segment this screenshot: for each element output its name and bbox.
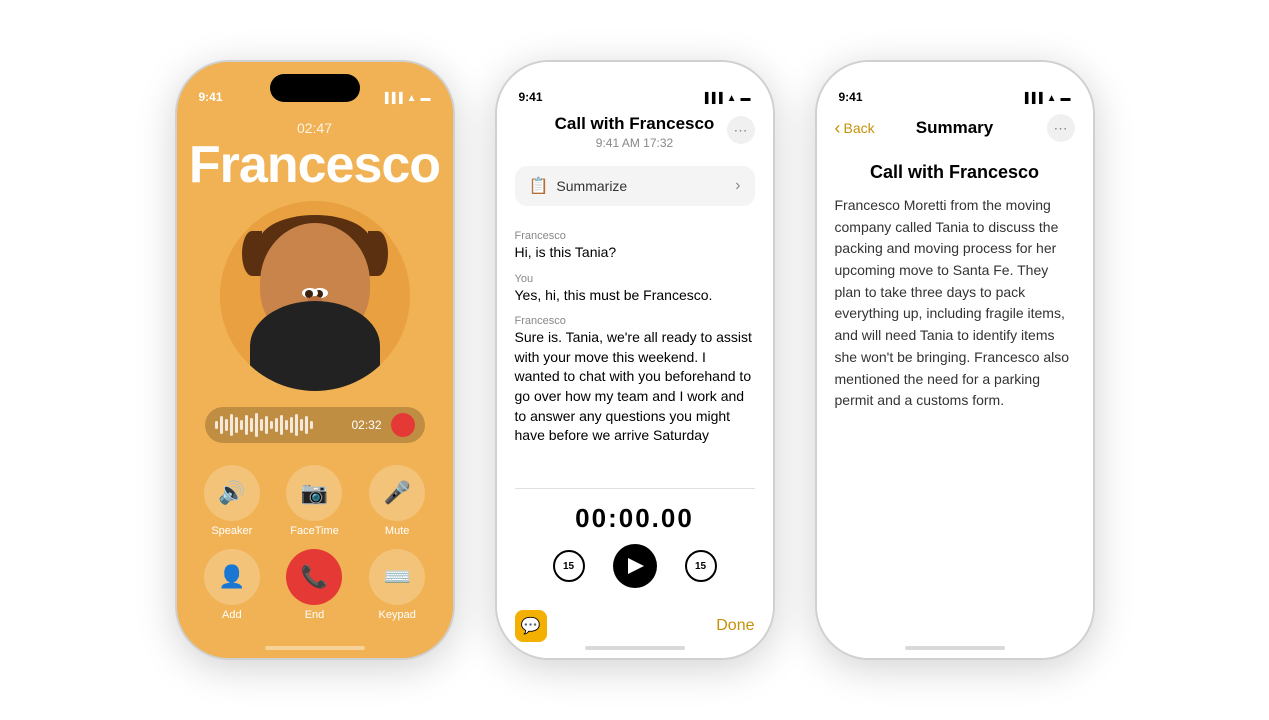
memoji-hair-right (368, 231, 388, 276)
transcript-entry-0: Francesco Hi, is this Tania? (515, 230, 755, 263)
phone3-screen: 9:41 ▐▐▐ ▲ ▬ ‹ Back Summary ⋯ Call with … (817, 62, 1093, 658)
skip-forward-label: 15 (695, 561, 706, 572)
done-button[interactable]: Done (716, 617, 754, 635)
camera-icon: 📷 (286, 465, 342, 521)
memoji-hair-left (242, 231, 262, 276)
battery-icon-3: ▬ (1061, 93, 1071, 104)
transcript-text-2: Sure is. Tania, we're all ready to assis… (515, 328, 755, 446)
call-timer: 02:47 (297, 120, 332, 136)
status-bar-3: 9:41 ▐▐▐ ▲ ▬ (817, 62, 1093, 112)
summarize-left: 📋 Summarize (529, 176, 628, 196)
transcript-text-1: Yes, hi, this must be Francesco. (515, 286, 755, 306)
summarize-label: Summarize (556, 178, 627, 194)
back-label: Back (844, 120, 875, 136)
signal-icon-3: ▐▐▐ (1021, 93, 1042, 104)
summarize-row[interactable]: 📋 Summarize › (515, 166, 755, 206)
battery-icon: ▬ (421, 93, 431, 104)
transcript-entry-1: You Yes, hi, this must be Francesco. (515, 273, 755, 306)
caller-name: Francesco (189, 138, 440, 193)
home-indicator-1 (265, 646, 365, 650)
keypad-icon: ⌨️ (369, 549, 425, 605)
speaker-icon: 🔊 (204, 465, 260, 521)
speaker-button[interactable]: 🔊 Speaker (197, 465, 268, 537)
wifi-icon-2: ▲ (727, 93, 737, 104)
play-icon (628, 558, 644, 574)
wifi-icon: ▲ (407, 93, 417, 104)
signal-icon-2: ▐▐▐ (701, 93, 722, 104)
notes-icon[interactable]: 💬 (515, 610, 547, 642)
back-button[interactable]: ‹ Back (835, 118, 875, 139)
more-options-button[interactable]: ⋯ (727, 116, 755, 144)
end-label: End (305, 609, 325, 621)
status-bar-2: 9:41 ▐▐▐ ▲ ▬ (497, 62, 773, 112)
status-icons-1: ▐▐▐ ▲ ▬ (381, 93, 430, 104)
end-icon: 📞 (286, 549, 342, 605)
speaker-label: Speaker (211, 525, 252, 537)
add-button[interactable]: 👤 Add (197, 549, 268, 621)
mute-label: Mute (385, 525, 409, 537)
record-button[interactable] (391, 413, 415, 437)
skip-back-button[interactable]: 15 (553, 550, 585, 582)
speaker-2: Francesco (515, 315, 755, 327)
phone2-subtitle: 9:41 AM 17:32 (515, 136, 755, 150)
summarize-icon: 📋 (529, 176, 549, 196)
keypad-label: Keypad (379, 609, 416, 621)
status-icons-3: ▐▐▐ ▲ ▬ (1021, 93, 1070, 104)
audio-timer: 00:00.00 (497, 489, 773, 544)
transcript-area: Francesco Hi, is this Tania? You Yes, hi… (497, 212, 773, 488)
chevron-right-icon: › (735, 177, 740, 195)
memoji-body (250, 301, 380, 391)
phone-active-call: 9:41 ▐▐▐ ▲ ▬ 02:47 Francesco (175, 60, 455, 660)
home-indicator-3 (905, 646, 1005, 650)
signal-icon: ▐▐▐ (381, 93, 402, 104)
status-time-3: 9:41 (839, 90, 863, 104)
phone-transcription: 9:41 ▐▐▐ ▲ ▬ Call with Francesco 9:41 AM… (495, 60, 775, 660)
mute-button[interactable]: 🎤 Mute (362, 465, 433, 537)
waveform-bar: 02:32 (205, 407, 425, 443)
phone2-title: Call with Francesco (515, 114, 755, 134)
transcript-entry-2: Francesco Sure is. Tania, we're all read… (515, 315, 755, 446)
summary-body: Francesco Moretti from the moving compan… (835, 195, 1075, 412)
dynamic-island (270, 74, 360, 102)
summary-title: Summary (916, 118, 993, 138)
wifi-icon-3: ▲ (1047, 93, 1057, 104)
memoji-avatar (220, 201, 410, 391)
status-time-1: 9:41 (199, 90, 223, 104)
more-options-button-3[interactable]: ⋯ (1047, 114, 1075, 142)
facetime-button[interactable]: 📷 FaceTime (279, 465, 350, 537)
transcript-text-0: Hi, is this Tania? (515, 243, 755, 263)
mute-icon: 🎤 (369, 465, 425, 521)
waveform-timer: 02:32 (351, 418, 381, 432)
audio-controls: 15 15 (497, 544, 773, 602)
speaker-0: Francesco (515, 230, 755, 242)
add-label: Add (222, 609, 242, 621)
home-indicator-2 (585, 646, 685, 650)
battery-icon-2: ▬ (741, 93, 751, 104)
add-icon: 👤 (204, 549, 260, 605)
phone2-screen: 9:41 ▐▐▐ ▲ ▬ Call with Francesco 9:41 AM… (497, 62, 773, 658)
summary-call-title: Call with Francesco (835, 162, 1075, 183)
phone-summary: 9:41 ▐▐▐ ▲ ▬ ‹ Back Summary ⋯ Call with … (815, 60, 1095, 660)
play-button[interactable] (613, 544, 657, 588)
chevron-left-icon: ‹ (835, 118, 841, 139)
speaker-1: You (515, 273, 755, 285)
end-button[interactable]: 📞 End (279, 549, 350, 621)
status-icons-2: ▐▐▐ ▲ ▬ (701, 93, 750, 104)
summary-content: Call with Francesco Francesco Moretti fr… (817, 152, 1093, 430)
status-time-2: 9:41 (519, 90, 543, 104)
keypad-button[interactable]: ⌨️ Keypad (362, 549, 433, 621)
phone1-screen: 9:41 ▐▐▐ ▲ ▬ 02:47 Francesco (177, 62, 453, 658)
facetime-label: FaceTime (290, 525, 339, 537)
skip-back-label: 15 (563, 561, 574, 572)
call-buttons-grid: 🔊 Speaker 📷 FaceTime 🎤 Mute 👤 Add 📞 End … (177, 465, 453, 621)
skip-forward-button[interactable]: 15 (685, 550, 717, 582)
